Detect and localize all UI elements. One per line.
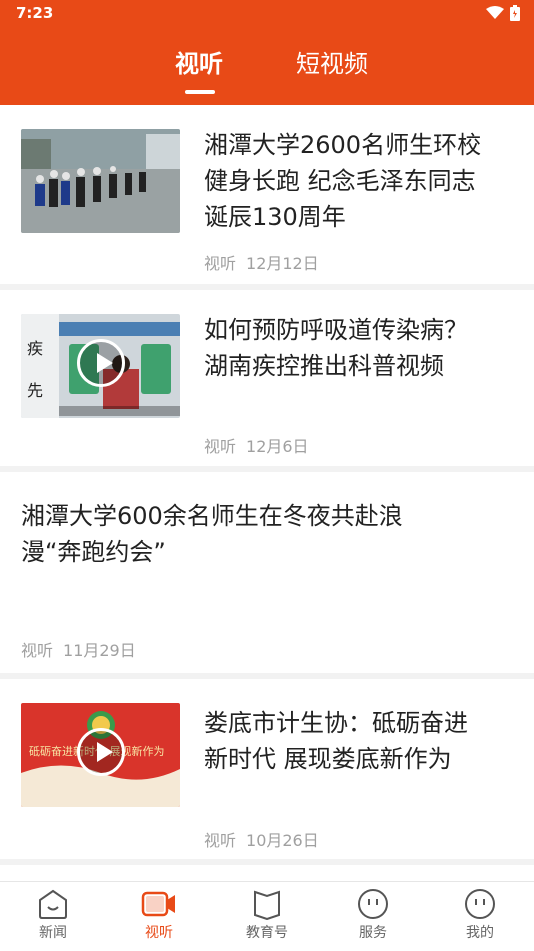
wifi-icon <box>486 6 504 19</box>
nav-label: 新闻 <box>39 925 67 941</box>
title-line: 湘潭大学2600名师生环校 <box>204 131 482 159</box>
article-meta: 视听 12月6日 <box>204 433 319 457</box>
video-camera-icon <box>141 891 175 917</box>
book-icon <box>254 890 280 920</box>
nav-service[interactable]: 服务 <box>333 888 413 942</box>
article-date: 10月26日 <box>246 831 319 850</box>
article-source: 视听 <box>21 641 54 660</box>
nav-label: 视听 <box>145 925 173 941</box>
article-source: 视听 <box>204 831 237 850</box>
face-icon <box>358 889 388 919</box>
article-date: 11月29日 <box>63 641 136 660</box>
list-item[interactable]: 疾 先 如何预防呼吸道传染病？ 湖南疾控推出科普视频 视听 12月6日 <box>0 290 534 466</box>
article-meta: 视听 12月12日 <box>204 250 329 274</box>
title-line: 漫“奔跑约会” <box>21 538 166 566</box>
thumbnail-image: 疾 先 <box>21 314 180 418</box>
nav-video[interactable]: 视听 <box>119 888 199 942</box>
article-source: 视听 <box>204 254 237 273</box>
list-item[interactable]: 湘潭大学600余名师生在冬夜共赴浪 漫“奔跑约会” 视听 11月29日 <box>0 472 534 673</box>
list-item[interactable]: 砥砺奋进新时代 展现新作为 娄底市计生协：砥砺奋进 新时代 展现娄底新作为 视听… <box>0 679 534 859</box>
top-tabs: 视听 短视频 <box>0 44 534 104</box>
nav-news[interactable]: 新闻 <box>13 888 93 942</box>
article-title: 湘潭大学2600名师生环校 健身长跑 纪念毛泽东同志 诞辰130周年 <box>204 127 514 235</box>
list-item[interactable] <box>0 865 534 881</box>
article-title: 娄底市计生协：砥砺奋进 新时代 展现娄底新作为 <box>204 705 514 777</box>
article-date: 12月6日 <box>246 437 309 456</box>
nav-label: 教育号 <box>246 925 288 941</box>
tab-shiting[interactable]: 视听 <box>175 44 223 79</box>
svg-text:先: 先 <box>27 381 43 400</box>
thumbnail-image: 砥砺奋进新时代 展现新作为 <box>21 703 180 807</box>
play-icon[interactable] <box>77 728 125 776</box>
title-line: 如何预防呼吸道传染病？ <box>204 316 468 344</box>
nav-education[interactable]: 教育号 <box>227 888 307 942</box>
app-header: 7:23 视听 短视频 <box>0 0 534 105</box>
nav-mine[interactable]: 我的 <box>440 888 520 942</box>
bottom-nav: 新闻 视听 教育号 服务 我的 <box>0 881 534 951</box>
article-title: 湘潭大学600余名师生在冬夜共赴浪 漫“奔跑约会” <box>21 498 521 570</box>
title-line: 湘潭大学600余名师生在冬夜共赴浪 <box>21 502 403 530</box>
nav-label: 服务 <box>359 925 387 941</box>
play-icon[interactable] <box>77 339 125 387</box>
status-icons <box>486 5 520 21</box>
article-title: 如何预防呼吸道传染病？ 湖南疾控推出科普视频 <box>204 312 514 384</box>
title-line: 娄底市计生协：砥砺奋进 <box>204 709 468 737</box>
thumbnail-image <box>21 129 180 233</box>
face-icon <box>465 889 495 919</box>
article-meta: 视听 11月29日 <box>21 637 146 661</box>
title-line: 湖南疾控推出科普视频 <box>204 352 444 380</box>
title-line: 诞辰130周年 <box>204 203 346 231</box>
list-item[interactable]: 湘潭大学2600名师生环校 健身长跑 纪念毛泽东同志 诞辰130周年 视听 12月… <box>0 105 534 284</box>
tab-active-indicator <box>185 90 215 94</box>
title-line: 健身长跑 纪念毛泽东同志 <box>204 167 476 195</box>
article-source: 视听 <box>204 437 237 456</box>
title-line: 新时代 展现娄底新作为 <box>204 745 452 773</box>
article-date: 12月12日 <box>246 254 319 273</box>
status-bar: 7:23 <box>0 0 534 28</box>
tab-short-video[interactable]: 短视频 <box>296 44 368 79</box>
battery-icon <box>510 5 520 21</box>
smile-bubble-icon <box>39 889 67 919</box>
status-time: 7:23 <box>16 4 54 22</box>
article-meta: 视听 10月26日 <box>204 827 329 851</box>
svg-text:疾: 疾 <box>27 339 43 358</box>
nav-label: 我的 <box>466 925 494 941</box>
